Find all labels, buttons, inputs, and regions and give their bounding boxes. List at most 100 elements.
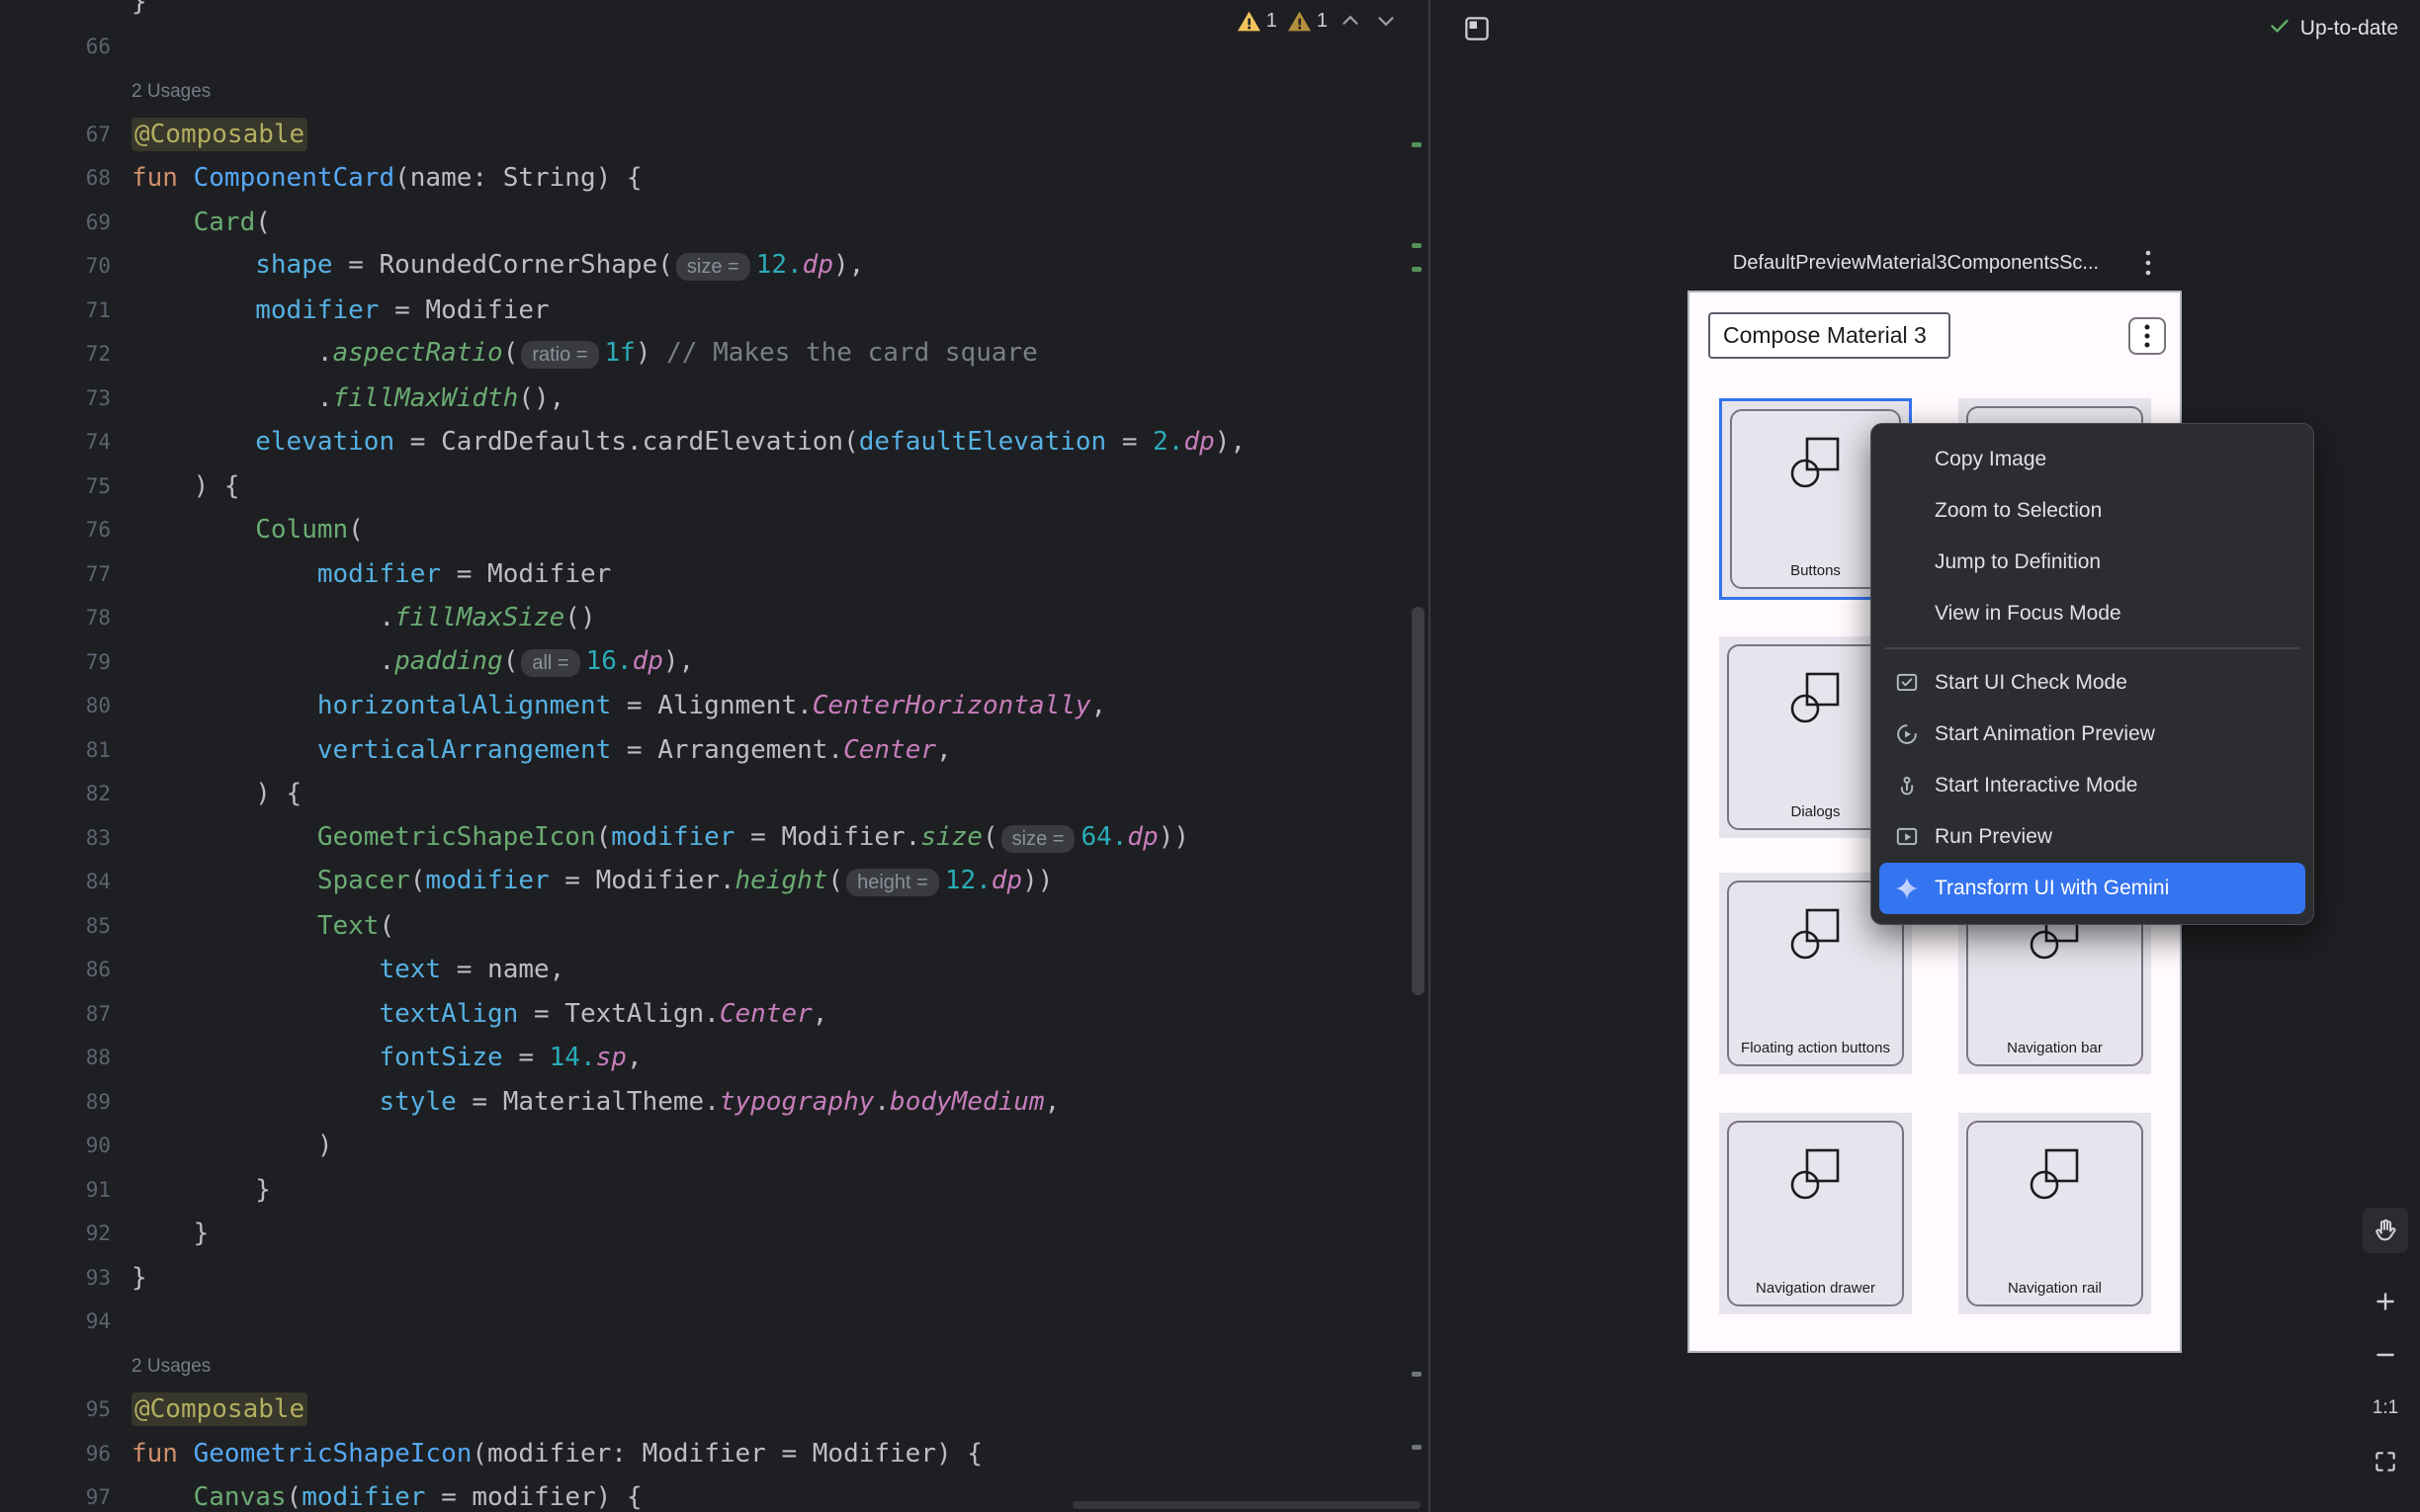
line-number: 95 [0, 1387, 111, 1432]
editor-horizontal-scrollbar-thumb[interactable] [1073, 1501, 1421, 1509]
menu-item-jump-to-definition[interactable]: Jump to Definition [1879, 537, 2305, 588]
menu-item-label: Start UI Check Mode [1935, 671, 2127, 695]
code-line[interactable]: 73 .fillMaxWidth(), [0, 377, 1403, 421]
frame-title-field[interactable]: Compose Material 3 [1708, 312, 1950, 359]
line-number: 92 [0, 1212, 111, 1256]
code-line[interactable]: 75 ) { [0, 464, 1403, 509]
zoom-in-button[interactable] [2363, 1279, 2408, 1324]
weak-warning-indicator[interactable]: 1 [1287, 10, 1328, 33]
code-line[interactable]: 93} [0, 1256, 1403, 1301]
code-line[interactable]: 67@Composable [0, 113, 1403, 157]
usages-inlay-hint[interactable]: 2 Usages [0, 1344, 1403, 1388]
menu-item-transform-ui-with-gemini[interactable]: Transform UI with Gemini [1879, 863, 2305, 914]
line-number: 87 [0, 992, 111, 1037]
code-line[interactable]: 87 textAlign = TextAlign.Center, [0, 992, 1403, 1037]
code-line[interactable]: 95@Composable [0, 1387, 1403, 1432]
code-line[interactable]: 90 ) [0, 1124, 1403, 1168]
interactive-icon [1893, 772, 1921, 799]
menu-item-start-animation-preview[interactable]: Start Animation Preview [1879, 709, 2305, 760]
card-label: Navigation drawer [1725, 1280, 1906, 1297]
sync-status: Up-to-date [2268, 14, 2398, 43]
code-editor[interactable]: }662 Usages67@Composable68fun ComponentC… [0, 0, 1428, 1512]
code-line[interactable]: 83 GeometricShapeIcon(modifier = Modifie… [0, 816, 1403, 861]
code-line[interactable]: 85 Text( [0, 904, 1403, 949]
code-line[interactable]: 92 } [0, 1212, 1403, 1256]
line-number: 94 [0, 1300, 111, 1344]
frame-menu-button[interactable] [2128, 317, 2166, 355]
geometric-shape-icon [1786, 668, 1846, 727]
menu-separator [1885, 647, 2299, 649]
code-line[interactable]: 74 elevation = CardDefaults.cardElevatio… [0, 420, 1403, 464]
line-number: 78 [0, 596, 111, 640]
editor-scrollbar-thumb[interactable] [1412, 607, 1425, 995]
code-line[interactable]: 69 Card( [0, 201, 1403, 245]
menu-icon-placeholder [1893, 446, 1921, 473]
code-line[interactable]: } [0, 0, 1403, 25]
code-line[interactable]: 72 .aspectRatio(ratio =1f) // Makes the … [0, 332, 1403, 377]
zoom-to-fit-button[interactable] [2363, 1439, 2408, 1484]
line-number: 72 [0, 332, 111, 377]
preview-context-menu: Copy ImageZoom to Selection Jump to Defin… [1870, 423, 2314, 925]
component-card-navigation-rail[interactable]: Navigation rail [1958, 1113, 2151, 1314]
code-line[interactable]: 86 text = name, [0, 948, 1403, 992]
line-number: 71 [0, 289, 111, 333]
next-problem-button[interactable] [1373, 8, 1399, 34]
line-number: 83 [0, 816, 111, 861]
menu-item-start-ui-check-mode[interactable]: Start UI Check Mode [1879, 657, 2305, 709]
previous-problem-button[interactable] [1338, 8, 1363, 34]
line-number: 77 [0, 552, 111, 597]
code-line[interactable]: 82 ) { [0, 772, 1403, 816]
line-number: 86 [0, 948, 111, 992]
code-line[interactable]: 66 [0, 25, 1403, 69]
code-line[interactable]: 80 horizontalAlignment = Alignment.Cente… [0, 684, 1403, 728]
menu-item-copy-image[interactable]: Copy Image [1879, 434, 2305, 485]
code-line[interactable]: 84 Spacer(modifier = Modifier.height(hei… [0, 860, 1403, 904]
code-line[interactable]: 88 fontSize = 14.sp, [0, 1036, 1403, 1080]
line-number: 93 [0, 1256, 111, 1301]
code-line[interactable]: 71 modifier = Modifier [0, 289, 1403, 333]
line-number: 97 [0, 1475, 111, 1512]
code-lines: }662 Usages67@Composable68fun ComponentC… [0, 0, 1403, 1512]
menu-icon-placeholder [1893, 497, 1921, 525]
zoom-out-button[interactable] [2363, 1332, 2408, 1378]
line-number: 75 [0, 464, 111, 509]
line-number: 88 [0, 1036, 111, 1080]
code-line[interactable]: 96fun GeometricShapeIcon(modifier: Modif… [0, 1432, 1403, 1476]
line-number: 80 [0, 684, 111, 728]
code-line[interactable]: 94 [0, 1300, 1403, 1344]
preview-name-label[interactable]: DefaultPreviewMaterial3ComponentsSc... [1687, 245, 2182, 281]
menu-item-zoom-to-selection[interactable]: Zoom to Selection [1879, 485, 2305, 537]
preview-options-kebab-icon[interactable] [2132, 247, 2164, 279]
line-number: 74 [0, 420, 111, 464]
menu-icon-placeholder [1893, 600, 1921, 628]
line-number: 73 [0, 377, 111, 421]
menu-item-start-interactive-mode[interactable]: Start Interactive Mode [1879, 760, 2305, 811]
pan-hand-button[interactable] [2363, 1208, 2408, 1253]
code-line[interactable]: 78 .fillMaxSize() [0, 596, 1403, 640]
layout-grid-icon[interactable] [1460, 12, 1494, 45]
code-line[interactable]: 68fun ComponentCard(name: String) { [0, 156, 1403, 201]
menu-item-run-preview[interactable]: Run Preview [1879, 811, 2305, 863]
code-line[interactable]: 89 style = MaterialTheme.typography.body… [0, 1080, 1403, 1125]
code-line[interactable]: 70 shape = RoundedCornerShape(size =12.d… [0, 244, 1403, 289]
line-number: 85 [0, 904, 111, 949]
code-line[interactable]: 81 verticalArrangement = Arrangement.Cen… [0, 728, 1403, 773]
code-line[interactable]: 79 .padding(all =16.dp), [0, 640, 1403, 685]
usages-inlay-hint[interactable]: 2 Usages [0, 68, 1403, 113]
component-card-navigation-drawer[interactable]: Navigation drawer [1719, 1113, 1912, 1314]
code-line[interactable]: 91 } [0, 1168, 1403, 1213]
ide-window: }662 Usages67@Composable68fun ComponentC… [0, 0, 2420, 1512]
menu-item-view-in-focus-mode[interactable]: View in Focus Mode [1879, 588, 2305, 639]
line-number: 69 [0, 201, 111, 245]
line-number: 89 [0, 1080, 111, 1125]
zoom-actual-size-button[interactable]: 1:1 [2363, 1386, 2408, 1431]
code-line[interactable]: 76 Column( [0, 508, 1403, 552]
line-number: 91 [0, 1168, 111, 1213]
warning-indicator[interactable]: 1 [1237, 10, 1277, 33]
menu-item-label: Jump to Definition [1935, 550, 2101, 574]
menu-item-label: View in Focus Mode [1935, 602, 2121, 626]
code-line[interactable]: 77 modifier = Modifier [0, 552, 1403, 597]
zoom-toolbar: 1:1 [2363, 1208, 2408, 1484]
preview-title-row: DefaultPreviewMaterial3ComponentsSc... [1687, 245, 2182, 281]
menu-icon-placeholder [1893, 548, 1921, 576]
